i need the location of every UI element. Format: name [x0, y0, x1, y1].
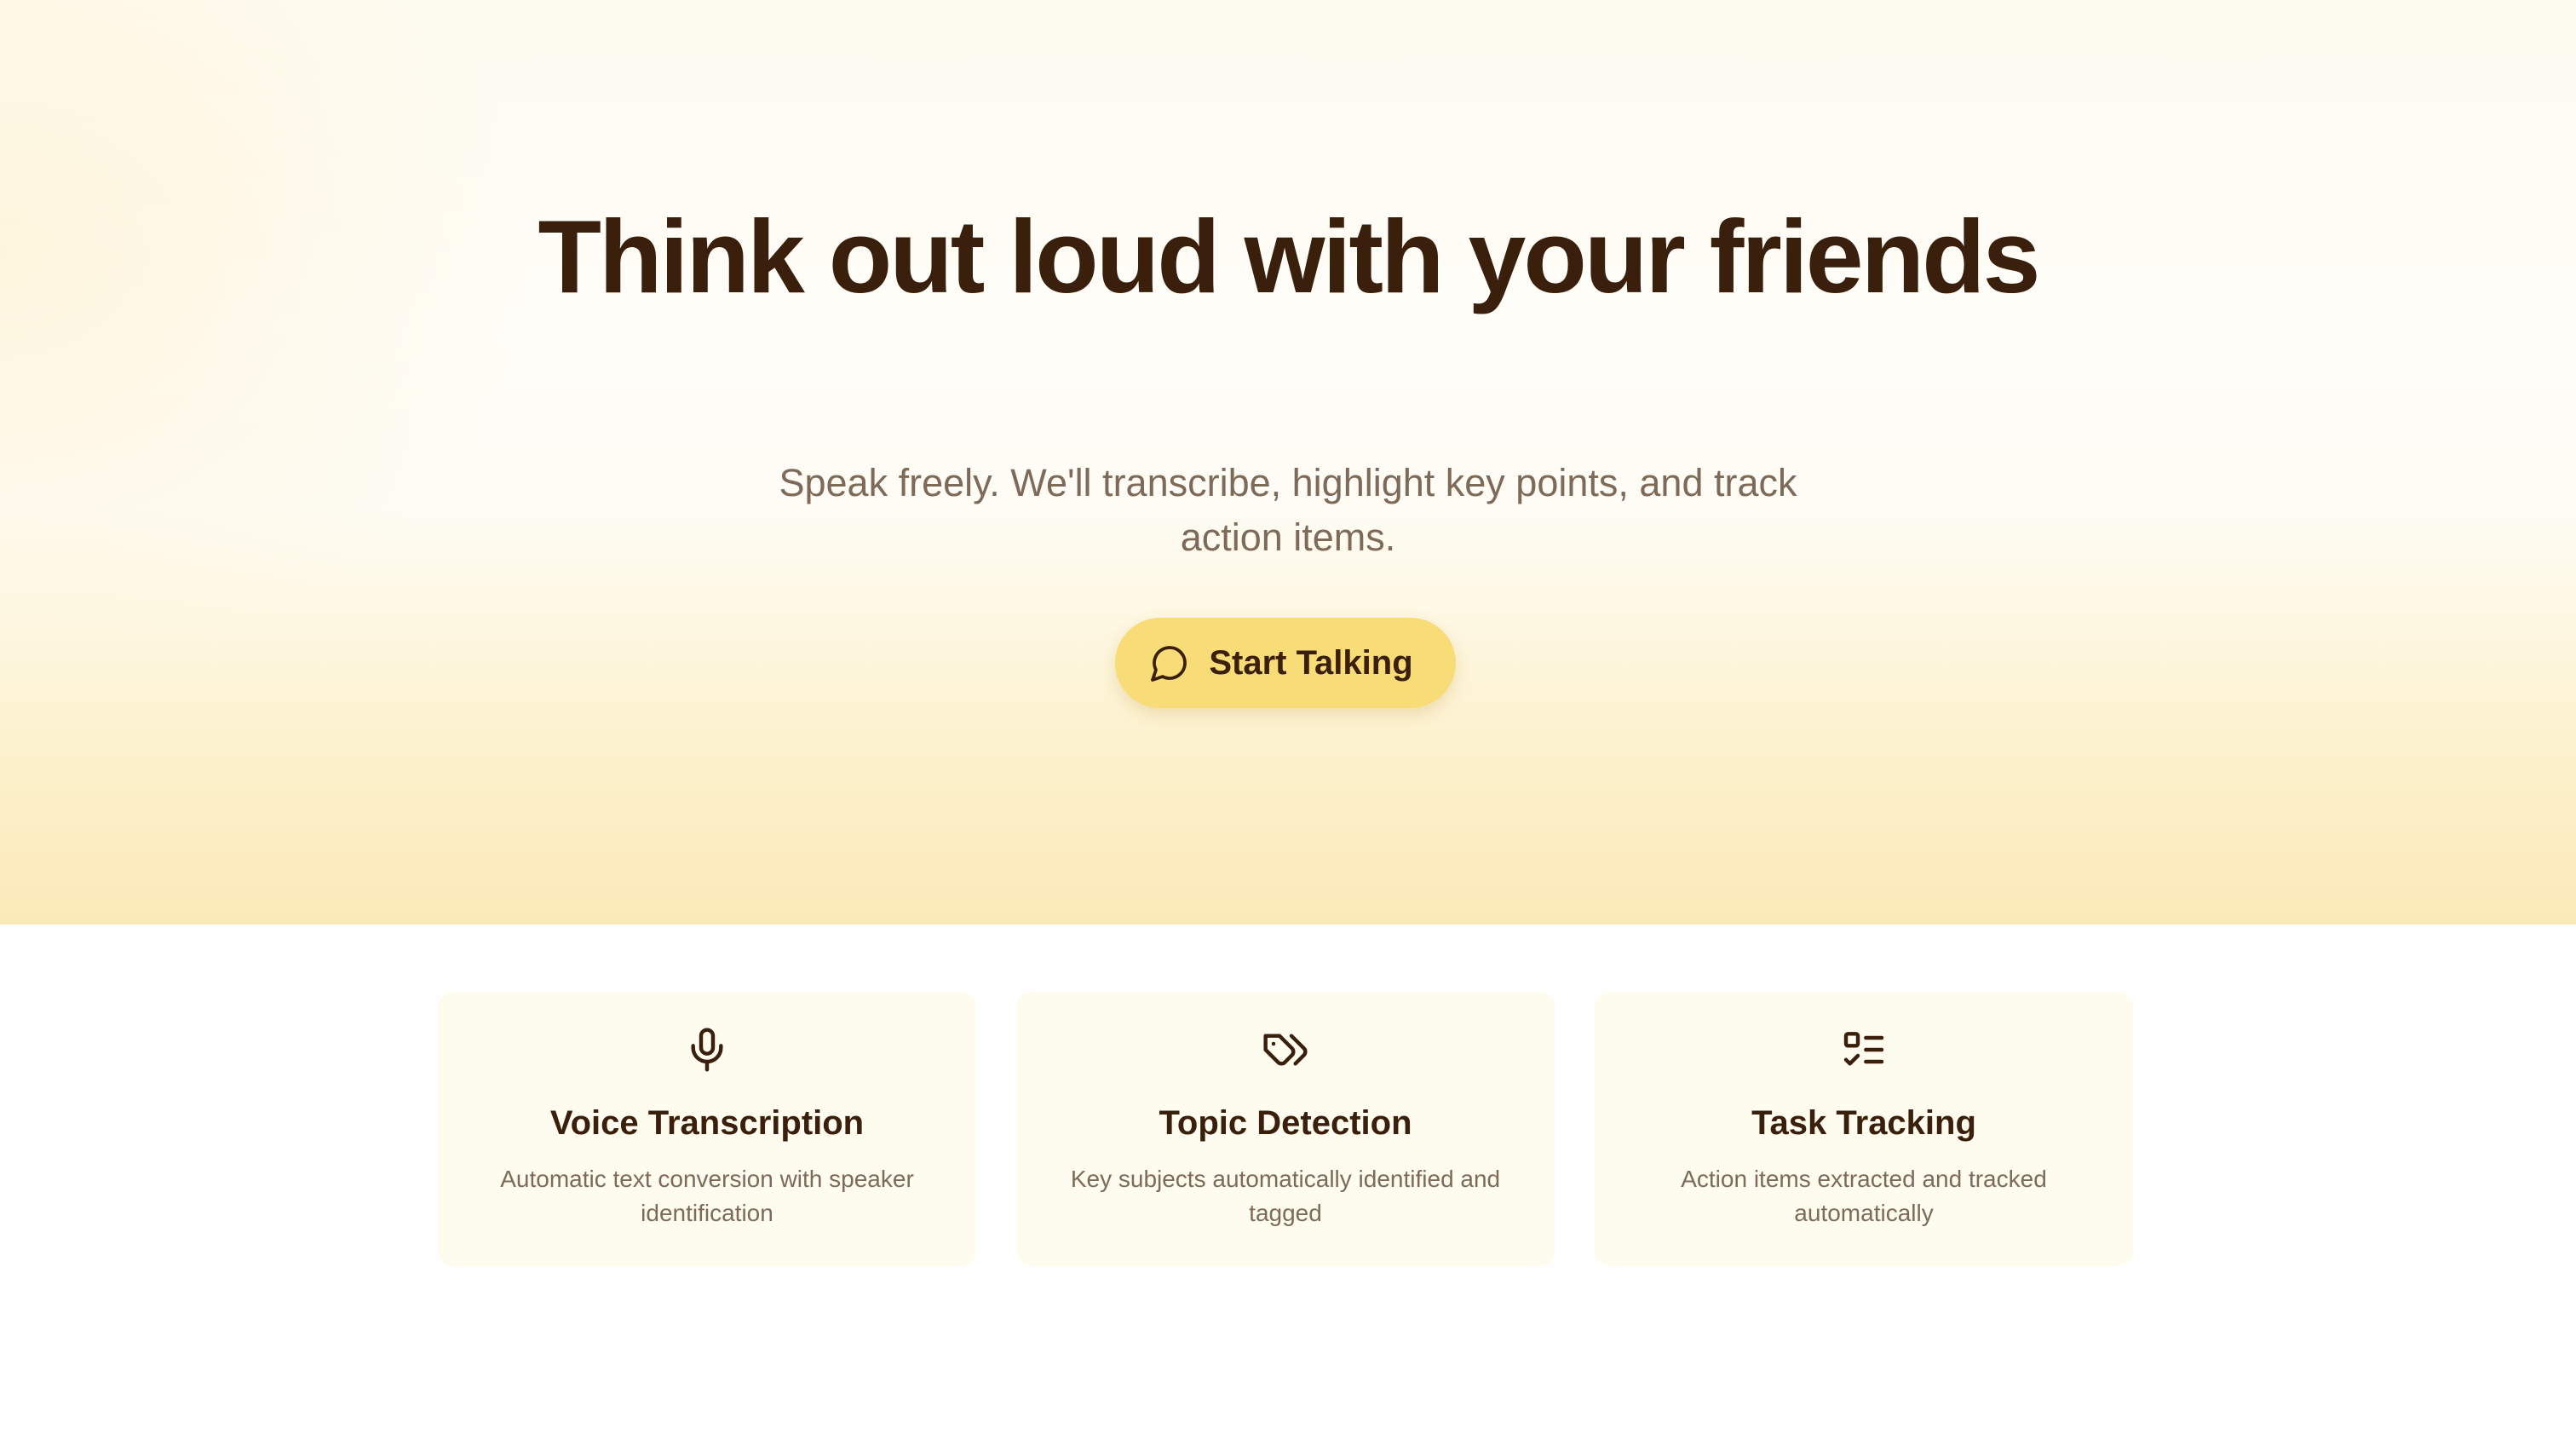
hero-subtitle: Speak freely. We'll transcribe, highligh…	[779, 461, 1797, 559]
hero-section: Think out loud with your friends Speak f…	[0, 0, 2576, 924]
feature-description: Key subjects automatically identified an…	[1070, 1166, 1501, 1226]
feature-description: Action items extracted and tracked autom…	[1681, 1166, 2047, 1226]
checklist-icon	[1843, 1032, 1884, 1066]
feature-card-topic-detection: Topic Detection Key subjects automatical…	[1016, 992, 1555, 1266]
start-talking-label: Start Talking	[1209, 643, 1413, 682]
tags-icon	[1263, 1034, 1308, 1066]
feature-title: Topic Detection	[1159, 1104, 1412, 1142]
features-section: Voice Transcription Automatic text conve…	[438, 992, 2133, 1266]
feature-description: Automatic text conversion with speaker i…	[500, 1166, 914, 1226]
chat-bubble-icon	[1151, 646, 1187, 682]
feature-card-task-tracking: Task Tracking Action items extracted and…	[1595, 992, 2133, 1266]
feature-title: Voice Transcription	[549, 1104, 865, 1142]
start-talking-button[interactable]: Start Talking	[1115, 618, 1456, 708]
microphone-icon	[691, 1028, 723, 1072]
hero-headline: Think out loud with your friends	[538, 199, 2041, 314]
feature-card-voice-transcription: Voice Transcription Automatic text conve…	[438, 992, 976, 1266]
feature-title: Task Tracking	[1751, 1104, 1976, 1142]
